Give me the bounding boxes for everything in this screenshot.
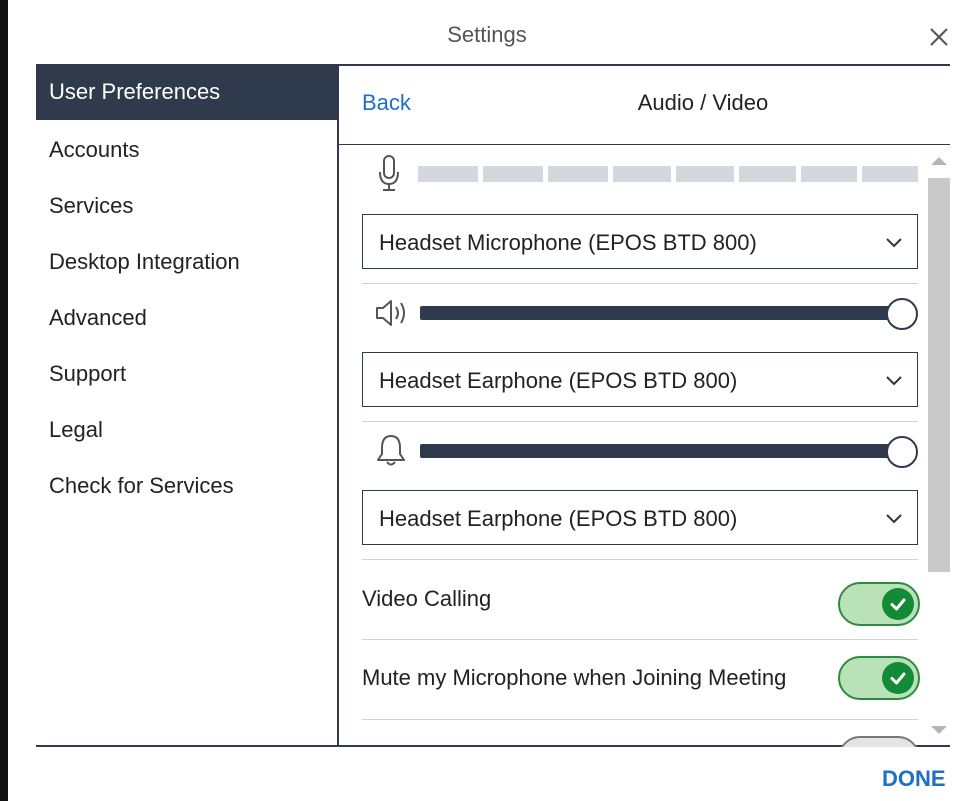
toggle-knob	[882, 588, 914, 620]
mute-on-join-label: Mute my Microphone when Joining Meeting	[362, 665, 787, 690]
microphone-device-select[interactable]: Headset Microphone (EPOS BTD 800)	[362, 214, 918, 269]
mute-on-join-toggle[interactable]	[838, 656, 920, 700]
slider-track	[420, 306, 902, 320]
row-divider	[362, 283, 918, 284]
bell-icon	[377, 435, 405, 466]
chevron-down-icon	[886, 376, 902, 386]
video-calling-label: Video Calling	[362, 586, 492, 611]
ringer-device-value: Headset Earphone (EPOS BTD 800)	[379, 506, 738, 531]
microphone-icon	[379, 155, 399, 191]
sidebar-item-desktop-integration[interactable]: Desktop Integration	[36, 234, 337, 290]
dialog-title: Settings	[447, 22, 527, 47]
mic-level-segment	[862, 166, 918, 182]
toggle-track	[838, 736, 920, 747]
mic-level-segment	[418, 166, 478, 182]
speaker-device-select[interactable]: Headset Earphone (EPOS BTD 800)	[362, 352, 918, 407]
close-icon	[930, 28, 948, 46]
chevron-down-icon	[886, 514, 902, 524]
ringer-device-select[interactable]: Headset Earphone (EPOS BTD 800)	[362, 490, 918, 545]
ringer-volume-slider[interactable]	[420, 436, 918, 468]
checkmark-icon	[890, 672, 906, 685]
row-divider	[362, 559, 918, 560]
scroll-up-arrow-icon[interactable]	[928, 152, 950, 170]
mic-level-segment	[548, 166, 608, 182]
speaker-icon	[376, 300, 405, 326]
panel-title: Audio / Video	[637, 90, 769, 115]
panel-top-divider	[337, 64, 950, 66]
dialog-titlebar: Settings	[8, 0, 966, 64]
footer-divider	[36, 745, 950, 747]
checkmark-icon	[890, 598, 906, 611]
row-divider	[362, 639, 918, 640]
row-divider	[362, 421, 918, 422]
back-link[interactable]: Back	[362, 90, 411, 116]
sidebar-item-services[interactable]: Services	[36, 178, 337, 234]
slider-knob[interactable]	[886, 298, 918, 330]
sidebar-item-support[interactable]: Support	[36, 346, 337, 402]
sidebar-item-advanced[interactable]: Advanced	[36, 290, 337, 346]
toggle-knob	[882, 662, 914, 694]
slider-track	[420, 444, 902, 458]
video-calling-toggle[interactable]	[838, 582, 920, 626]
mic-level-segment	[676, 166, 734, 182]
window-left-edge	[0, 0, 8, 801]
sidebar-item-check-for-services[interactable]: Check for Services	[36, 458, 337, 514]
speaker-volume-slider[interactable]	[420, 298, 918, 330]
speaker-device-value: Headset Earphone (EPOS BTD 800)	[379, 368, 738, 393]
sidebar-divider	[337, 64, 339, 747]
scroll-down-arrow-icon[interactable]	[928, 722, 950, 740]
done-button[interactable]: DONE	[882, 766, 946, 792]
settings-sidebar: User Preferences Accounts Services Deskt…	[36, 64, 337, 747]
mic-level-segment	[613, 166, 671, 182]
mic-level-segment	[801, 166, 857, 182]
sidebar-item-user-preferences[interactable]: User Preferences	[36, 64, 337, 120]
row-divider	[362, 719, 918, 720]
scrollbar-thumb[interactable]	[928, 178, 950, 572]
microphone-device-value: Headset Microphone (EPOS BTD 800)	[379, 230, 757, 255]
panel-header-divider	[339, 144, 950, 145]
chevron-down-icon	[886, 238, 902, 248]
partially-visible-toggle[interactable]	[838, 736, 920, 747]
sidebar-item-accounts[interactable]: Accounts	[36, 122, 337, 178]
mic-level-segment	[739, 166, 796, 182]
mic-level-segment	[483, 166, 543, 182]
slider-knob[interactable]	[886, 436, 918, 468]
close-button[interactable]	[922, 20, 956, 54]
sidebar-item-legal[interactable]: Legal	[36, 402, 337, 458]
